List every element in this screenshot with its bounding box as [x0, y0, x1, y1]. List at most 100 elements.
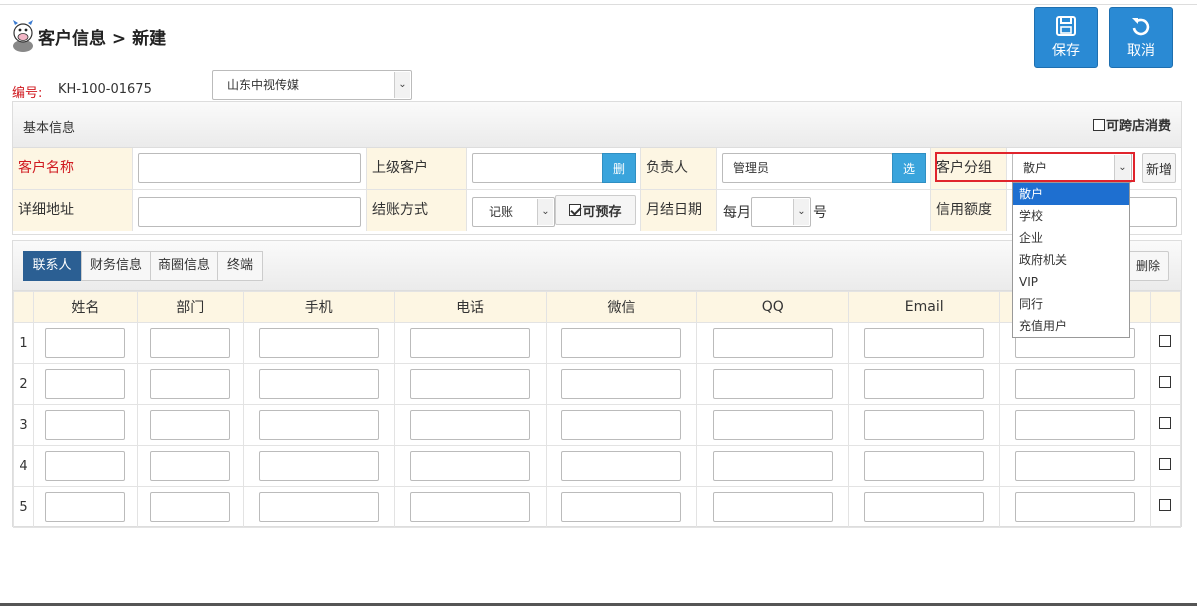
phone-input[interactable]: [410, 492, 531, 522]
other-input[interactable]: [1015, 410, 1136, 440]
other-input[interactable]: [1015, 492, 1136, 522]
email-input[interactable]: [864, 328, 985, 358]
table-cell: [136, 322, 244, 364]
prepay-checkbox[interactable]: 可预存: [555, 195, 636, 225]
group-option-vip[interactable]: VIP: [1013, 271, 1129, 293]
wechat-input[interactable]: [561, 451, 682, 481]
table-header-row: 姓名 部门 手机 电话 微信 QQ Email: [13, 291, 1181, 323]
store-select[interactable]: 山东中视传媒 ⌄: [212, 70, 412, 100]
email-input[interactable]: [864, 410, 985, 440]
phone-input[interactable]: [410, 410, 531, 440]
table-cell: [136, 445, 244, 487]
wechat-input[interactable]: [561, 410, 682, 440]
parent-customer-input[interactable]: [472, 153, 603, 183]
monthly-select[interactable]: ⌄: [751, 197, 811, 227]
save-button[interactable]: 保存: [1034, 7, 1098, 68]
name-input[interactable]: [45, 492, 126, 522]
table-cell: [848, 445, 1001, 487]
delete-button[interactable]: 删除: [1127, 251, 1169, 281]
group-add-button[interactable]: 新增: [1142, 153, 1176, 183]
email-input[interactable]: [864, 369, 985, 399]
column-header-mobile: 手机: [242, 291, 395, 323]
row-select-cell: [1150, 486, 1181, 528]
row-select-cell: [1150, 322, 1181, 364]
group-option-government[interactable]: 政府机关: [1013, 249, 1129, 271]
wechat-input[interactable]: [561, 328, 682, 358]
table-row: 2: [13, 363, 1181, 405]
row-checkbox[interactable]: [1159, 458, 1171, 470]
address-label: 详细地址: [13, 190, 133, 231]
phone-input[interactable]: [410, 451, 531, 481]
name-input[interactable]: [45, 451, 126, 481]
email-input[interactable]: [864, 492, 985, 522]
settle-select-value: 记账: [489, 205, 514, 219]
group-option-sanhu[interactable]: 散户: [1013, 183, 1129, 205]
wechat-input[interactable]: [561, 369, 682, 399]
qq-input[interactable]: [712, 369, 833, 399]
group-option-school[interactable]: 学校: [1013, 205, 1129, 227]
mobile-input[interactable]: [258, 451, 379, 481]
phone-input[interactable]: [410, 328, 531, 358]
wechat-input[interactable]: [561, 492, 682, 522]
table-cell: [696, 322, 850, 364]
name-input[interactable]: [45, 328, 126, 358]
owner-input[interactable]: 管理员: [722, 153, 893, 183]
phone-input[interactable]: [410, 369, 531, 399]
monthly-prefix: 每月: [723, 205, 751, 221]
email-input[interactable]: [864, 451, 985, 481]
mobile-input[interactable]: [258, 328, 379, 358]
department-input[interactable]: [150, 328, 231, 358]
row-checkbox[interactable]: [1159, 499, 1171, 511]
form-row-1: 客户名称 上级客户 删 负责人 管理员 选 客户分组 散户 ⌄ 新增: [13, 148, 1181, 190]
other-input[interactable]: [1015, 369, 1136, 399]
tab-business-circle[interactable]: 商圈信息: [150, 251, 218, 281]
department-input[interactable]: [150, 451, 231, 481]
table-row: 5: [13, 486, 1181, 528]
qq-input[interactable]: [712, 492, 833, 522]
group-option-recharge[interactable]: 充值用户: [1013, 315, 1129, 337]
address-input[interactable]: [138, 197, 361, 227]
row-checkbox[interactable]: [1159, 335, 1171, 347]
name-input[interactable]: [45, 410, 126, 440]
customer-name-input[interactable]: [138, 153, 361, 183]
cancel-label: 取消: [1127, 43, 1155, 59]
row-checkbox[interactable]: [1159, 417, 1171, 429]
group-option-enterprise[interactable]: 企业: [1013, 227, 1129, 249]
settle-select[interactable]: 记账 ⌄: [472, 197, 555, 227]
table-cell: [545, 322, 698, 364]
table-cell: [32, 363, 138, 405]
mobile-input[interactable]: [258, 369, 379, 399]
settle-cell: 记账 ⌄ 可预存: [467, 190, 641, 231]
table-cell: [242, 486, 395, 528]
contacts-panel: 联系人 财务信息 商圈信息 终端 删除 姓名 部门 手机 电话 微信 QQ Em…: [12, 240, 1182, 528]
name-input[interactable]: [45, 369, 126, 399]
table-cell: [242, 363, 395, 405]
cross-store-checkbox[interactable]: 可跨店消费: [1092, 115, 1171, 134]
monthly-cell: 每月 ⌄ 号: [717, 190, 931, 231]
qq-input[interactable]: [712, 328, 833, 358]
mobile-input[interactable]: [258, 410, 379, 440]
checkbox-box[interactable]: [1092, 118, 1105, 131]
mobile-input[interactable]: [258, 492, 379, 522]
department-input[interactable]: [150, 369, 231, 399]
table-cell: [848, 363, 1001, 405]
row-checkbox[interactable]: [1159, 376, 1171, 388]
tab-finance[interactable]: 财务信息: [81, 251, 151, 281]
monthly-suffix: 号: [813, 205, 827, 221]
table-cell: [848, 404, 1001, 446]
owner-pick-button[interactable]: 选: [892, 153, 926, 183]
qq-input[interactable]: [712, 410, 833, 440]
department-input[interactable]: [150, 410, 231, 440]
tab-contacts[interactable]: 联系人: [23, 251, 81, 281]
parent-delete-button[interactable]: 删: [602, 153, 636, 183]
department-input[interactable]: [150, 492, 231, 522]
tab-terminal[interactable]: 终端: [217, 251, 263, 281]
group-option-peer[interactable]: 同行: [1013, 293, 1129, 315]
other-input[interactable]: [1015, 451, 1136, 481]
tabs-bar: 联系人 财务信息 商圈信息 终端 删除: [13, 241, 1181, 291]
qq-input[interactable]: [712, 451, 833, 481]
table-cell: [136, 404, 244, 446]
checkbox-box[interactable]: [569, 204, 582, 216]
cancel-button[interactable]: 取消: [1109, 7, 1173, 68]
table-cell: [545, 363, 698, 405]
